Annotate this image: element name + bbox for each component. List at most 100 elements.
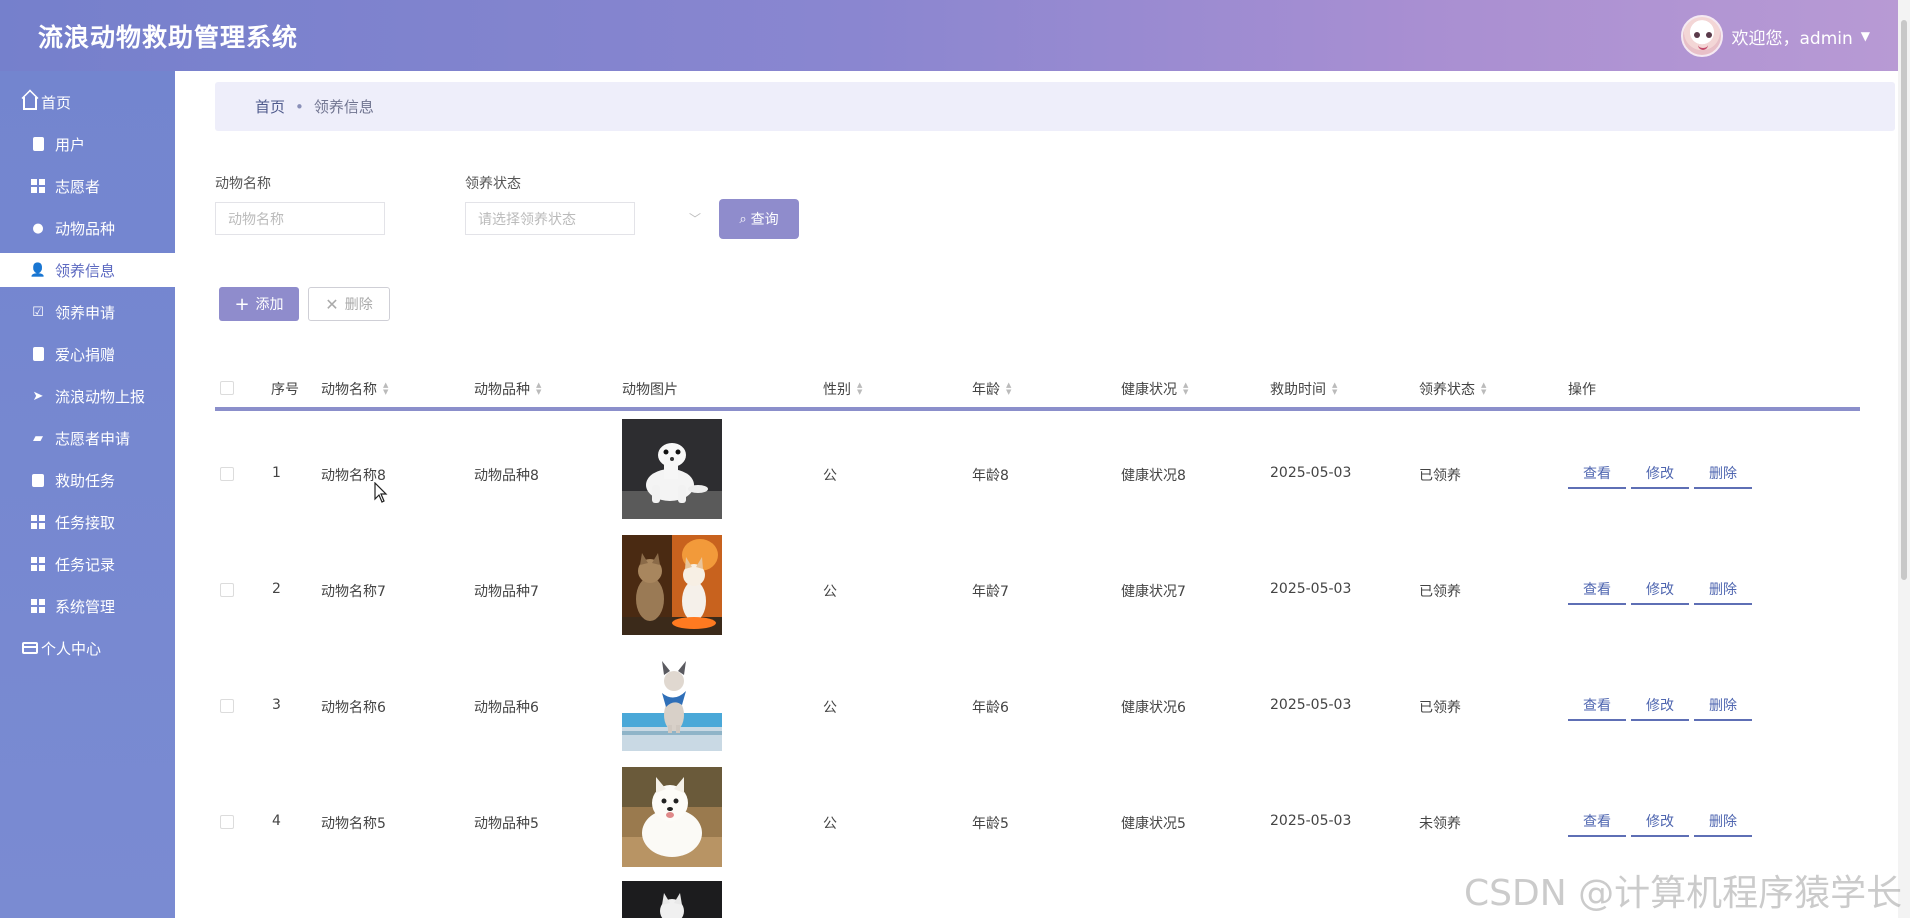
table-row: 1 动物名称8 动物品种8 公 年龄8 健康状况8 2025-05-03 已领养… bbox=[215, 415, 1860, 531]
add-button[interactable]: + 添加 bbox=[219, 287, 299, 321]
sidebar-item-rescue-tasks[interactable]: 救助任务 bbox=[0, 463, 175, 497]
sidebar-item-users[interactable]: 用户 bbox=[0, 127, 175, 161]
caret-down-icon[interactable]: ▼ bbox=[1861, 29, 1870, 43]
user-menu[interactable]: 欢迎您，admin ▼ bbox=[1681, 14, 1870, 58]
view-button[interactable]: 查看 bbox=[1568, 459, 1626, 489]
animal-photo[interactable] bbox=[622, 767, 722, 867]
delete-button[interactable]: 删除 bbox=[1694, 575, 1752, 605]
row-checkbox[interactable] bbox=[220, 467, 234, 481]
query-button[interactable]: ⌕ 查询 bbox=[719, 199, 799, 239]
column-header-name[interactable]: 动物名称 ▲ ▼ bbox=[321, 379, 388, 399]
animal-photo[interactable] bbox=[622, 651, 722, 751]
edit-button[interactable]: 修改 bbox=[1631, 575, 1689, 605]
app-title: 流浪动物救助管理系统 bbox=[38, 23, 299, 52]
sidebar-item-label: 任务记录 bbox=[55, 555, 116, 574]
main-content: 首页 • 领养信息 动物名称 动物名称 领养状态 请选择领养状态 ﹀ ⌕ 查询 … bbox=[175, 71, 1898, 918]
column-header-adoption-status[interactable]: 领养状态 ▲ ▼ bbox=[1419, 379, 1486, 399]
select-all-checkbox[interactable] bbox=[220, 381, 234, 395]
sidebar-item-volunteers[interactable]: 志愿者 bbox=[0, 169, 175, 203]
sidebar-item-donations[interactable]: 爱心捐赠 bbox=[0, 337, 175, 371]
query-button-label: 查询 bbox=[750, 212, 779, 228]
sort-icon[interactable]: ▲ ▼ bbox=[383, 382, 388, 396]
column-header-breed[interactable]: 动物品种 ▲ ▼ bbox=[474, 379, 541, 399]
top-header: 流浪动物救助管理系统 欢迎您，admin ▼ bbox=[0, 0, 1910, 71]
cell-rescue-date: 2025-05-03 bbox=[1270, 697, 1352, 713]
animal-photo[interactable] bbox=[622, 535, 722, 635]
sidebar-item-label: 流浪动物上报 bbox=[55, 387, 146, 406]
cell-index: 1 bbox=[272, 465, 281, 481]
sidebar-item-volunteer-apply[interactable]: ▰ 志愿者申请 bbox=[0, 421, 175, 455]
column-header-gender[interactable]: 性别 ▲ ▼ bbox=[823, 379, 862, 399]
animal-photo[interactable] bbox=[622, 881, 722, 918]
edit-button[interactable]: 修改 bbox=[1631, 807, 1689, 837]
sidebar-item-adoption-info[interactable]: 👤 领养信息 bbox=[0, 253, 175, 287]
sort-icon[interactable]: ▲ ▼ bbox=[536, 382, 541, 396]
delete-button[interactable]: 删除 bbox=[1694, 807, 1752, 837]
table-row: 4 动物名称5 动物品种5 公 年龄5 健康状况5 2025-05-03 未领养… bbox=[215, 763, 1860, 879]
sidebar-item-label: 动物品种 bbox=[55, 219, 116, 238]
table-header: 序号 动物名称 ▲ ▼ 动物品种 ▲ ▼ 动物图片 性别 ▲ ▼ 年龄 ▲ ▼ 健康状况 ▲ ▼ 救… bbox=[215, 365, 1860, 411]
cell-health: 健康状况7 bbox=[1121, 584, 1186, 600]
view-button[interactable]: 查看 bbox=[1568, 575, 1626, 605]
sidebar-item-breeds[interactable]: ● 动物品种 bbox=[0, 211, 175, 245]
chevron-down-icon[interactable]: ﹀ bbox=[680, 202, 710, 235]
cell-adoption-status: 已领养 bbox=[1419, 584, 1461, 600]
animal-name-input[interactable]: 动物名称 bbox=[215, 202, 385, 235]
table-row: 2 动物名称7 动物品种7 公 年龄7 健康状况7 2025-05-03 已领养… bbox=[215, 531, 1860, 647]
sidebar-item-system[interactable]: 系统管理 bbox=[0, 589, 175, 623]
sort-icon[interactable]: ▲ ▼ bbox=[857, 382, 862, 396]
edit-button[interactable]: 修改 bbox=[1631, 691, 1689, 721]
mouse-cursor-icon bbox=[374, 482, 388, 503]
sidebar-item-stray-report[interactable]: ➤ 流浪动物上报 bbox=[0, 379, 175, 413]
cell-age: 年龄7 bbox=[972, 584, 1009, 600]
breadcrumb-home[interactable]: 首页 bbox=[255, 96, 285, 117]
cell-breed: 动物品种7 bbox=[474, 584, 539, 600]
sidebar-item-task-accept[interactable]: 任务接取 bbox=[0, 505, 175, 539]
column-header-actions: 操作 bbox=[1568, 382, 1596, 398]
cell-index: 2 bbox=[272, 581, 281, 597]
sort-icon[interactable]: ▲ ▼ bbox=[1183, 382, 1188, 396]
sidebar-item-profile[interactable]: 个人中心 bbox=[0, 631, 175, 665]
column-header-rescue-date[interactable]: 救助时间 ▲ ▼ bbox=[1270, 379, 1337, 399]
sort-icon[interactable]: ▲ ▼ bbox=[1481, 382, 1486, 396]
delete-button[interactable]: 删除 bbox=[1694, 459, 1752, 489]
edit-button[interactable]: 修改 bbox=[1631, 459, 1689, 489]
sidebar-item-adoption-requests[interactable]: ☑ 领养申请 bbox=[0, 295, 175, 329]
view-button[interactable]: 查看 bbox=[1568, 691, 1626, 721]
send-icon: ➤ bbox=[32, 388, 44, 404]
row-checkbox[interactable] bbox=[220, 815, 234, 829]
column-header-health[interactable]: 健康状况 ▲ ▼ bbox=[1121, 379, 1188, 399]
home-icon bbox=[22, 94, 38, 110]
welcome-text[interactable]: 欢迎您，admin bbox=[1731, 24, 1852, 49]
cell-age: 年龄5 bbox=[972, 816, 1009, 832]
view-button[interactable]: 查看 bbox=[1568, 807, 1626, 837]
sidebar-item-home[interactable]: 首页 bbox=[0, 85, 175, 119]
sidebar-item-label: 首页 bbox=[41, 93, 72, 112]
animal-photo[interactable] bbox=[622, 419, 722, 519]
close-icon: ✕ bbox=[325, 294, 339, 314]
avatar[interactable] bbox=[1681, 15, 1724, 57]
grid-icon bbox=[30, 514, 46, 530]
book-icon bbox=[30, 472, 46, 488]
cell-breed: 动物品种8 bbox=[474, 468, 539, 484]
column-header-index: 序号 bbox=[271, 382, 299, 398]
column-header-age[interactable]: 年龄 ▲ ▼ bbox=[972, 379, 1011, 399]
delete-button[interactable]: 删除 bbox=[1694, 691, 1752, 721]
sort-icon[interactable]: ▲ ▼ bbox=[1006, 382, 1011, 396]
clipboard-check-icon bbox=[30, 346, 46, 362]
sort-icon[interactable]: ▲ ▼ bbox=[1332, 382, 1337, 396]
cell-rescue-date: 2025-05-03 bbox=[1270, 813, 1352, 829]
cell-age: 年龄8 bbox=[972, 468, 1009, 484]
batch-delete-button[interactable]: ✕ 删除 bbox=[308, 287, 390, 321]
checkbox-icon: ☑ bbox=[32, 304, 44, 320]
cell-adoption-status: 已领养 bbox=[1419, 468, 1461, 484]
page-scrollbar[interactable] bbox=[1898, 0, 1910, 918]
sidebar-item-task-records[interactable]: 任务记录 bbox=[0, 547, 175, 581]
cell-breed: 动物品种5 bbox=[474, 816, 539, 832]
grid-icon bbox=[30, 598, 46, 614]
cell-name: 动物名称5 bbox=[321, 816, 386, 832]
row-checkbox[interactable] bbox=[220, 583, 234, 597]
adoption-status-select[interactable]: 请选择领养状态 bbox=[465, 202, 635, 235]
scrollbar-thumb[interactable] bbox=[1901, 20, 1907, 580]
row-checkbox[interactable] bbox=[220, 699, 234, 713]
